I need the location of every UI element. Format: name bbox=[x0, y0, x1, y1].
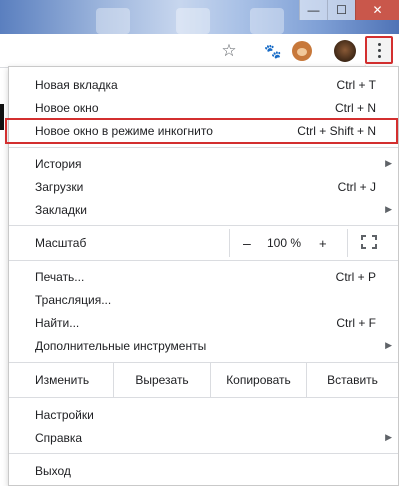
zoom-divider bbox=[229, 229, 230, 257]
paste-button[interactable]: Вставить bbox=[306, 363, 398, 397]
browser-toolbar: ☆ 🐾 bbox=[0, 34, 399, 68]
star-icon[interactable]: ☆ bbox=[218, 40, 240, 62]
menu-divider bbox=[9, 260, 398, 261]
menu-item-find[interactable]: Найти... Ctrl + F bbox=[9, 311, 398, 334]
menu-item-settings[interactable]: Настройки bbox=[9, 403, 398, 426]
menu-divider bbox=[9, 453, 398, 454]
menu-item-new-window[interactable]: Новое окно Ctrl + N bbox=[9, 96, 398, 119]
menu-item-new-tab[interactable]: Новая вкладка Ctrl + T bbox=[9, 73, 398, 96]
menu-item-label: Закладки bbox=[35, 202, 87, 217]
menu-item-exit[interactable]: Выход bbox=[9, 459, 398, 482]
fullscreen-icon[interactable] bbox=[361, 235, 377, 249]
menu-divider bbox=[9, 397, 398, 398]
menu-item-shortcut: Ctrl + N bbox=[334, 100, 376, 115]
zoom-level: 100 % bbox=[267, 236, 302, 250]
submenu-arrow-icon: ▶ bbox=[385, 432, 392, 442]
window-controls: — ☐ ✕ bbox=[299, 0, 399, 20]
close-window-button[interactable]: ✕ bbox=[355, 0, 399, 20]
kebab-menu-icon[interactable] bbox=[369, 40, 389, 60]
menu-item-downloads[interactable]: Загрузки Ctrl + J bbox=[9, 175, 398, 198]
zoom-in-button[interactable]: + bbox=[319, 236, 327, 251]
desktop-icon bbox=[176, 8, 210, 34]
minimize-button[interactable]: — bbox=[299, 0, 327, 20]
profile-avatar[interactable] bbox=[334, 40, 356, 62]
submenu-arrow-icon: ▶ bbox=[385, 158, 392, 168]
menu-item-label: Настройки bbox=[35, 407, 94, 422]
menu-item-bookmarks[interactable]: Закладки ▶ bbox=[9, 198, 398, 221]
menu-item-label: Найти... bbox=[35, 315, 80, 330]
menu-item-shortcut: Ctrl + T bbox=[336, 77, 376, 92]
menu-item-shortcut: Ctrl + J bbox=[337, 179, 376, 194]
zoom-divider bbox=[347, 229, 348, 257]
menu-item-label: Дополнительные инструменты bbox=[35, 338, 207, 353]
paw-icon[interactable]: 🐾 bbox=[262, 40, 284, 62]
menu-item-shortcut: Ctrl + Shift + N bbox=[297, 123, 376, 138]
chrome-menu: Новая вкладка Ctrl + T Новое окно Ctrl +… bbox=[5, 66, 399, 486]
maximize-button[interactable]: ☐ bbox=[327, 0, 355, 20]
menu-item-help[interactable]: Справка ▶ bbox=[9, 426, 398, 449]
desktop-icon bbox=[250, 8, 284, 34]
menu-divider bbox=[9, 147, 398, 148]
copy-button[interactable]: Копировать bbox=[210, 363, 306, 397]
submenu-arrow-icon: ▶ bbox=[385, 204, 392, 214]
menu-item-label: Новая вкладка bbox=[35, 77, 118, 92]
menu-item-label: История bbox=[35, 156, 82, 171]
menu-divider bbox=[9, 225, 398, 226]
page-element bbox=[0, 104, 4, 130]
menu-item-label: Масштаб bbox=[35, 236, 87, 250]
monkey-icon[interactable] bbox=[292, 41, 312, 61]
submenu-arrow-icon: ▶ bbox=[385, 340, 392, 350]
menu-item-label: Загрузки bbox=[35, 179, 84, 194]
menu-item-more-tools[interactable]: Дополнительные инструменты ▶ bbox=[9, 334, 398, 357]
menu-item-label: Справка bbox=[35, 430, 83, 445]
menu-item-edit: Изменить Вырезать Копировать Вставить bbox=[9, 363, 398, 397]
menu-item-zoom: Масштаб – 100 % + bbox=[9, 227, 398, 259]
menu-item-label: Новое окно bbox=[35, 100, 99, 115]
menu-item-shortcut: Ctrl + F bbox=[336, 315, 376, 330]
menu-item-cast[interactable]: Трансляция... bbox=[9, 288, 398, 311]
menu-item-shortcut: Ctrl + P bbox=[335, 269, 376, 284]
menu-item-label: Выход bbox=[35, 463, 71, 478]
desktop-icon bbox=[96, 8, 130, 34]
cut-button[interactable]: Вырезать bbox=[113, 363, 210, 397]
desktop-background: — ☐ ✕ bbox=[0, 0, 399, 34]
menu-item-label: Печать... bbox=[35, 269, 85, 284]
menu-item-label: Трансляция... bbox=[35, 292, 112, 307]
menu-item-print[interactable]: Печать... Ctrl + P bbox=[9, 265, 398, 288]
menu-item-label: Изменить bbox=[35, 373, 90, 387]
menu-item-incognito[interactable]: Новое окно в режиме инкогнито Ctrl + Shi… bbox=[9, 119, 398, 142]
menu-item-label: Новое окно в режиме инкогнито bbox=[35, 123, 213, 138]
menu-item-history[interactable]: История ▶ bbox=[9, 152, 398, 175]
zoom-out-button[interactable]: – bbox=[243, 235, 251, 251]
